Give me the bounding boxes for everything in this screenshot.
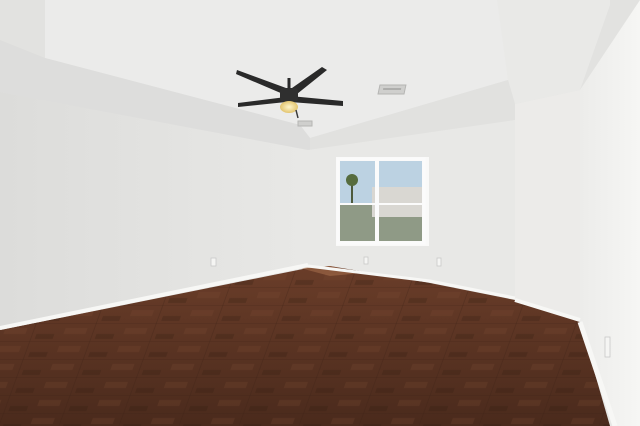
room-photo [0, 0, 640, 426]
outlet-far-right [604, 336, 611, 358]
window-icon [336, 157, 429, 246]
outlet-icon [210, 257, 217, 267]
right-column [515, 90, 580, 322]
room-illustration [0, 0, 640, 426]
outlet-back-wall [363, 256, 369, 265]
small-vent [297, 120, 313, 127]
air-vent-icon [377, 84, 407, 95]
outlet-right-wall [436, 257, 442, 267]
